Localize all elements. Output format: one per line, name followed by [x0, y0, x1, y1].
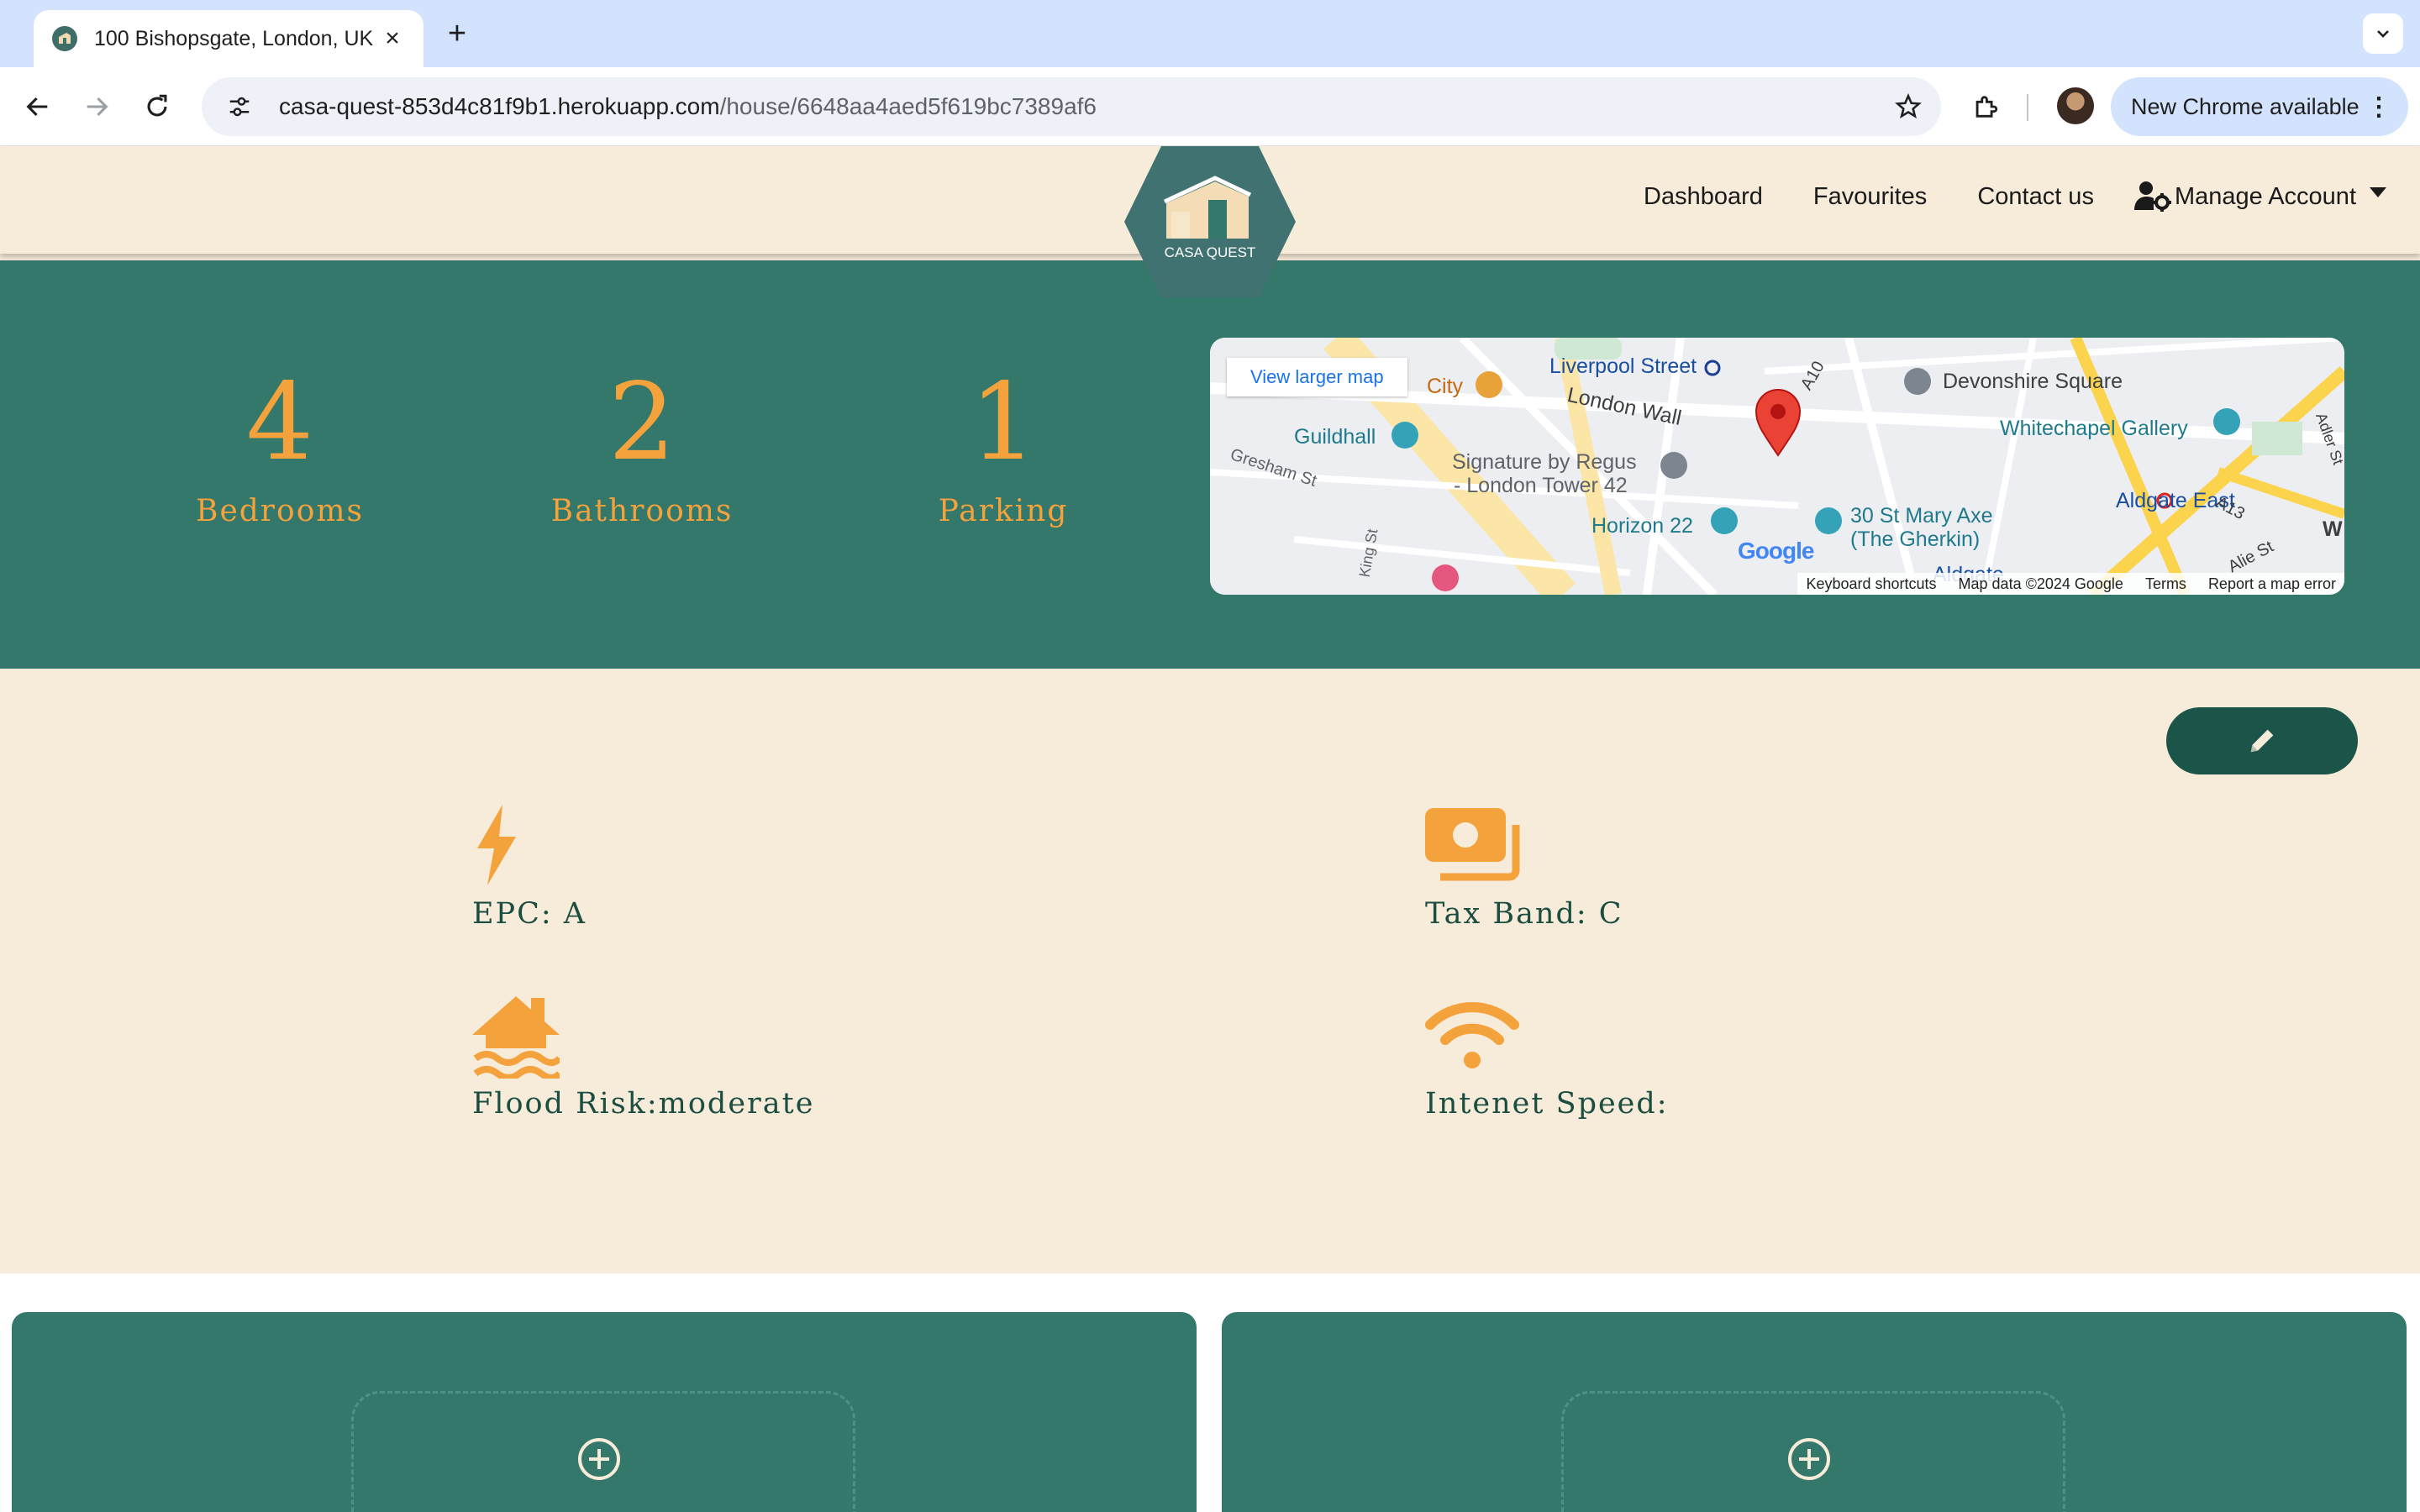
hotel-marker-icon[interactable] — [1432, 564, 1459, 591]
map-label: Whitechapel Gallery — [2000, 417, 2188, 440]
map-label: Devonshire Square — [1943, 370, 2123, 393]
map-label: Liverpool Street — [1549, 354, 1697, 378]
manage-account-label: Manage Account — [2174, 182, 2356, 210]
wifi-icon — [1425, 993, 1526, 1077]
chrome-menu-icon[interactable]: ⋮ — [2366, 92, 2391, 122]
casa-quest-logo[interactable]: CASA QUEST — [1124, 146, 1296, 297]
reload-icon[interactable] — [136, 86, 178, 128]
map-label: Signature by Regus — [1452, 450, 1637, 474]
nav-dashboard-link[interactable]: Dashboard — [1644, 183, 1763, 211]
view-larger-map-link[interactable]: View larger map — [1227, 358, 1407, 396]
google-logo: Google — [1738, 538, 1814, 564]
url-text: casa-quest-853d4c81f9b1.herokuapp.com/ho… — [279, 93, 1887, 120]
stat-bathrooms: 2 Bathrooms — [508, 360, 776, 529]
map-label: City — [1427, 375, 1464, 398]
dropdown-caret-icon — [2370, 187, 2386, 197]
logo-text: CASA QUEST — [1165, 244, 1256, 260]
url-domain: casa-quest-853d4c81f9b1.herokuapp.com — [279, 93, 720, 119]
epc-label: EPC: A — [472, 897, 587, 931]
place-marker-icon[interactable] — [1660, 452, 1687, 479]
stat-label: Bathrooms — [550, 494, 734, 528]
attraction-marker-icon[interactable] — [1815, 507, 1842, 534]
browser-toolbar: casa-quest-853d4c81f9b1.herokuapp.com/ho… — [0, 67, 2420, 146]
map-report-error-link[interactable]: Report a map error — [2208, 575, 2336, 593]
flood-risk-label: Flood Risk:moderate — [472, 1087, 815, 1121]
toolbar-separator — [2027, 94, 2028, 121]
bookmark-star-icon[interactable] — [1887, 86, 1929, 128]
museum-marker-icon[interactable] — [1392, 422, 1418, 449]
bar-marker-icon[interactable] — [1476, 371, 1502, 398]
attraction-marker-icon[interactable] — [1711, 507, 1738, 534]
feature-internet-speed: Intenet Speed: — [1425, 993, 1669, 1121]
feature-tax-band: Tax Band: C — [1425, 803, 1623, 931]
map-label: W — [2323, 517, 2343, 541]
tax-band-label: Tax Band: C — [1425, 897, 1623, 931]
new-tab-plus-icon[interactable]: + — [440, 15, 474, 52]
map-label: Guildhall — [1294, 425, 1376, 449]
money-bills-icon — [1425, 803, 1526, 887]
url-path: /house/6648aa4aed5f619bc7389af6 — [719, 93, 1097, 119]
browser-tab[interactable]: 100 Bishopsgate, London, UK × — [34, 10, 424, 67]
property-features: EPC: A Tax Band: C Flood Risk:moderate I… — [0, 669, 2420, 1273]
profile-avatar[interactable] — [2057, 87, 2094, 124]
internet-speed-label: Intenet Speed: — [1425, 1087, 1669, 1121]
map-label: 30 St Mary Axe — [1850, 504, 1993, 528]
stat-parking: 1 Parking — [869, 360, 1138, 529]
forward-arrow-icon[interactable] — [76, 86, 118, 128]
chrome-update-label: New Chrome available — [2131, 93, 2360, 119]
stat-value: 2 — [608, 360, 676, 484]
map-terms-link[interactable]: Terms — [2145, 575, 2186, 593]
stat-value: 1 — [969, 360, 1038, 484]
add-circle-icon[interactable] — [1786, 1436, 1832, 1482]
tab-title: 100 Bishopsgate, London, UK — [94, 26, 374, 50]
extensions-puzzle-icon[interactable] — [1965, 86, 2007, 128]
add-card-left — [12, 1312, 1197, 1512]
map-keyboard-shortcuts-link[interactable]: Keyboard shortcuts — [1806, 575, 1936, 593]
tab-close-icon[interactable]: × — [380, 26, 405, 51]
nav-links: Dashboard Favourites Contact us Manage A… — [1593, 146, 2386, 247]
site-favicon-icon — [52, 26, 77, 51]
site-settings-icon[interactable] — [218, 86, 260, 128]
property-stats-band: 4 Bedrooms 2 Bathrooms 1 Parking View la… — [0, 260, 2420, 669]
add-circle-icon[interactable] — [576, 1436, 622, 1482]
pencil-icon — [2250, 729, 2274, 753]
place-marker-icon[interactable] — [1904, 368, 1931, 395]
google-map-embed[interactable]: View larger map Liverpool Street Devonsh… — [1210, 338, 2344, 595]
nav-favourites-link[interactable]: Favourites — [1813, 183, 1927, 211]
stat-value: 4 — [245, 360, 314, 484]
edit-property-button[interactable] — [2166, 707, 2358, 774]
feature-flood-risk: Flood Risk:moderate — [472, 993, 814, 1121]
back-arrow-icon[interactable] — [17, 86, 59, 128]
stat-label: Bedrooms — [196, 494, 364, 528]
nav-contact-link[interactable]: Contact us — [1977, 183, 2094, 211]
user-gear-icon — [2133, 181, 2171, 212]
chrome-update-button[interactable]: New Chrome available ⋮ — [2111, 77, 2408, 136]
tab-search-chevron-icon[interactable] — [2363, 13, 2403, 54]
map-label: (The Gherkin) — [1850, 528, 1981, 551]
house-flood-icon — [472, 993, 573, 1079]
stat-bedrooms: 4 Bedrooms — [145, 360, 414, 529]
map-footer: Keyboard shortcuts Map data ©2024 Google… — [1797, 573, 2344, 595]
lightning-bolt-icon — [472, 803, 573, 887]
feature-epc: EPC: A — [472, 803, 587, 931]
add-card-right — [1222, 1312, 2407, 1512]
gallery-marker-icon[interactable] — [2213, 408, 2240, 435]
browser-tab-strip: 100 Bishopsgate, London, UK × + — [0, 0, 2420, 67]
address-bar[interactable]: casa-quest-853d4c81f9b1.herokuapp.com/ho… — [202, 77, 1941, 136]
stat-label: Parking — [938, 494, 1069, 528]
map-label: - London Tower 42 — [1454, 474, 1628, 497]
map-label: Horizon 22 — [1591, 514, 1693, 538]
manage-account-dropdown[interactable]: Manage Account — [2133, 180, 2386, 213]
map-data-attribution: Map data ©2024 Google — [1958, 575, 2123, 592]
